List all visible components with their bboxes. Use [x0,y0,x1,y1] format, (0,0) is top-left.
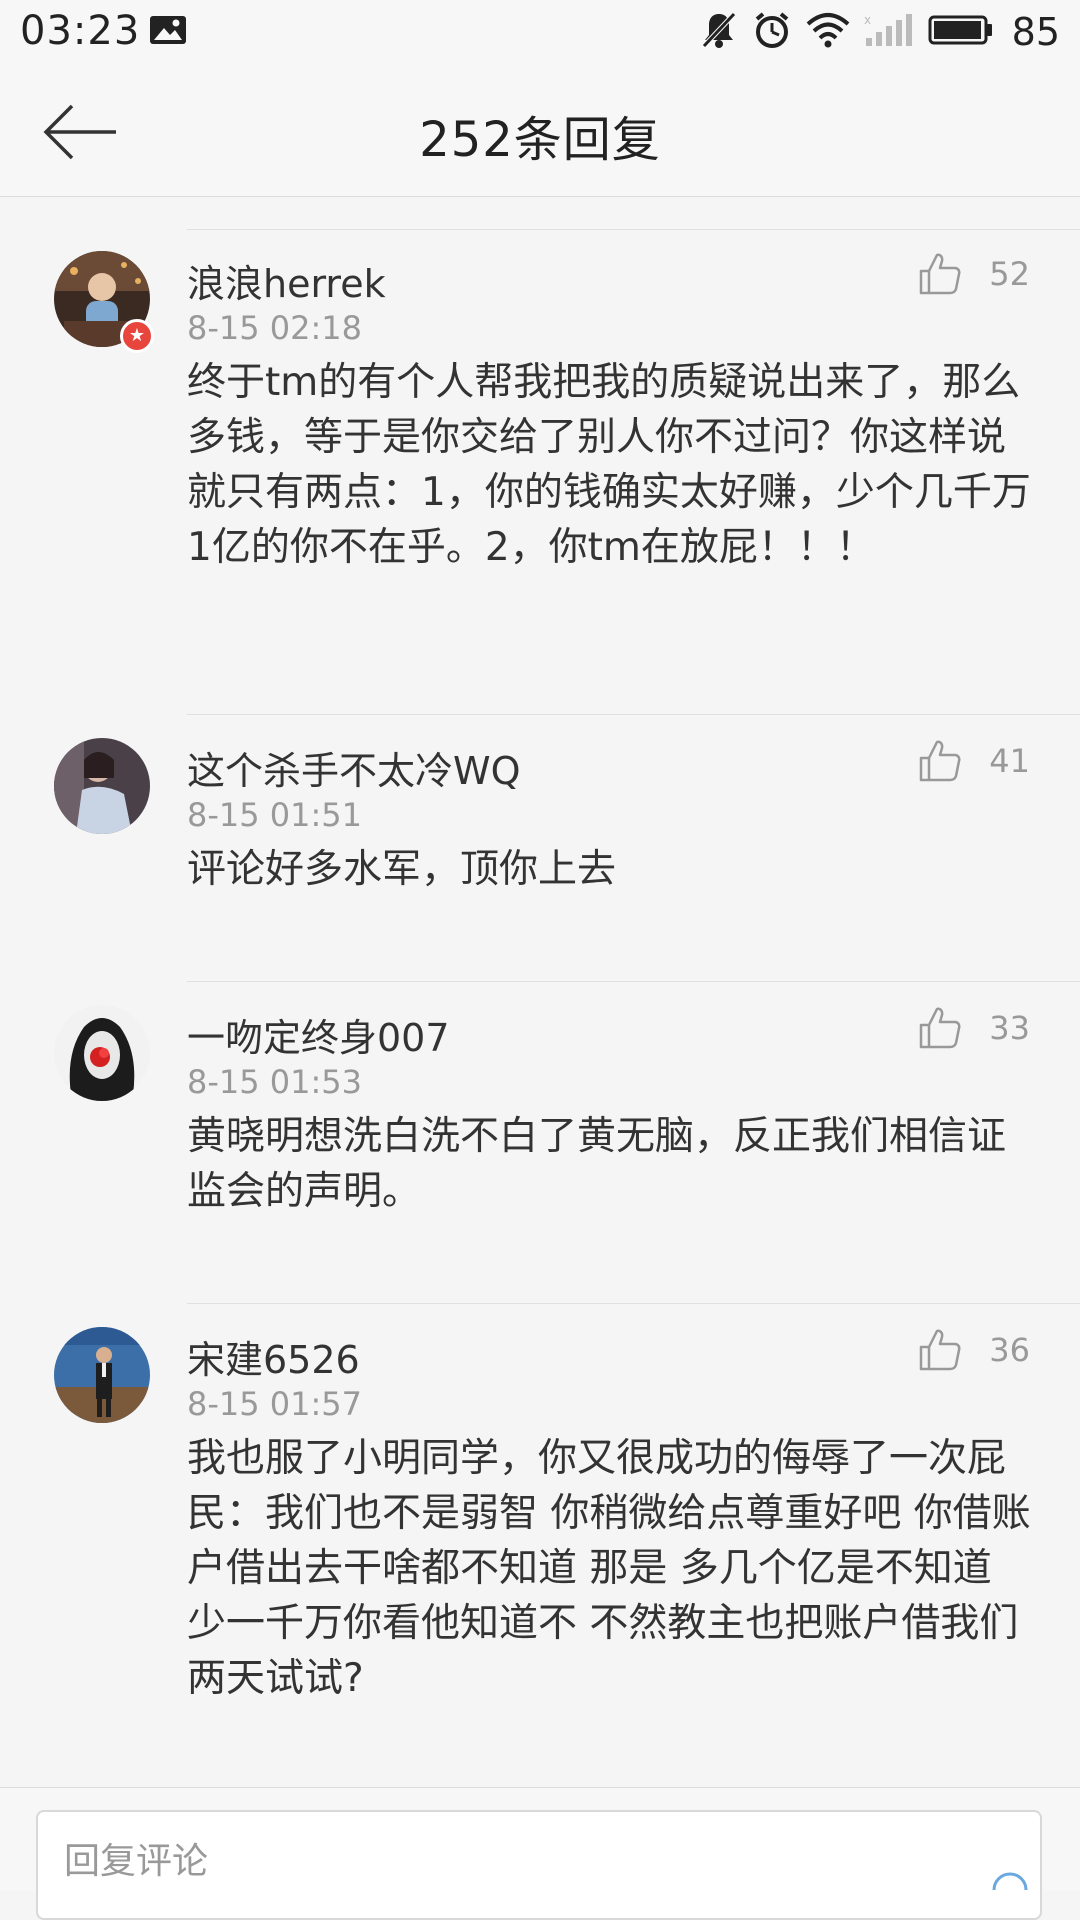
comment-time: 8-15 02:18 [187,309,363,347]
mute-icon [700,10,738,54]
emoji-icon[interactable] [990,1850,1030,1891]
verified-badge-icon: ★ [120,319,154,353]
status-time: 03:23 [20,8,141,54]
avatar[interactable] [54,1327,150,1423]
comment-item[interactable]: ★ 浪浪herrek 8-15 02:18 52 终于tm的有个人帮我把我的质疑… [0,229,1080,714]
divider [187,981,1080,982]
like-count: 41 [989,742,1030,780]
status-bar: 03:23 x 85 [0,0,1080,64]
battery-percentage: 85 [1011,10,1060,54]
thumbs-up-icon [920,1329,961,1371]
comment-time: 8-15 01:51 [187,796,363,834]
signal-icon: x [864,12,914,52]
alarm-icon [752,10,792,54]
reply-input[interactable]: 回复评论 [36,1810,1042,1920]
image-notification-icon [148,12,188,48]
comment-item[interactable]: 这个杀手不太冷WQ 8-15 01:51 41 评论好多水军，顶你上去 [0,714,1080,981]
battery-icon [928,14,994,50]
avatar[interactable] [54,738,150,834]
comment-username[interactable]: 一吻定终身007 [187,1007,450,1062]
svg-text:x: x [864,13,871,27]
comment-text: 黄晓明想洗白洗不白了黄无脑，反正我们相信证监会的声明。 [187,1114,1007,1214]
reply-bar: 回复评论 [0,1787,1080,1920]
page-title: 252条回复 [419,112,661,168]
comment-item[interactable]: 宋建6526 8-15 01:57 36 我也服了小明同学，你又很成功的侮辱了一… [0,1303,1080,1783]
like-count: 52 [989,255,1030,293]
comment-text: 我也服了小明同学，你又很成功的侮辱了一次屁民：我们也不是弱智 你稍微给点尊重好吧… [187,1436,1031,1701]
avatar[interactable] [54,1005,150,1101]
thumbs-up-icon [920,1007,961,1049]
comment-item[interactable]: 一吻定终身007 8-15 01:53 33 黄晓明想洗白洗不白了黄无脑，反正我… [0,981,1080,1303]
divider [187,229,1080,230]
header: 252条回复 [0,64,1080,197]
divider [187,1303,1080,1304]
like-button[interactable]: 41 [917,738,1030,784]
thumbs-up-icon [920,253,961,295]
divider [187,714,1080,715]
like-button[interactable]: 33 [917,1005,1030,1051]
comment-text: 评论好多水军，顶你上去 [187,847,617,892]
like-count: 36 [989,1331,1030,1369]
comment-username[interactable]: 浪浪herrek [187,253,386,308]
comment-text: 终于tm的有个人帮我把我的质疑说出来了，那么多钱，等于是你交给了别人你不过问？你… [187,360,1031,570]
comment-list[interactable]: ★ 浪浪herrek 8-15 02:18 52 终于tm的有个人帮我把我的质疑… [0,197,1080,1787]
like-count: 33 [989,1009,1030,1047]
comment-time: 8-15 01:57 [187,1385,363,1423]
comment-time: 8-15 01:53 [187,1063,363,1101]
comment-username[interactable]: 这个杀手不太冷WQ [187,740,520,795]
wifi-icon [806,12,850,52]
status-icons: x 85 [700,8,1060,56]
like-button[interactable]: 36 [917,1327,1030,1373]
thumbs-up-icon [920,740,961,782]
like-button[interactable]: 52 [917,251,1030,297]
comment-username[interactable]: 宋建6526 [187,1329,360,1384]
